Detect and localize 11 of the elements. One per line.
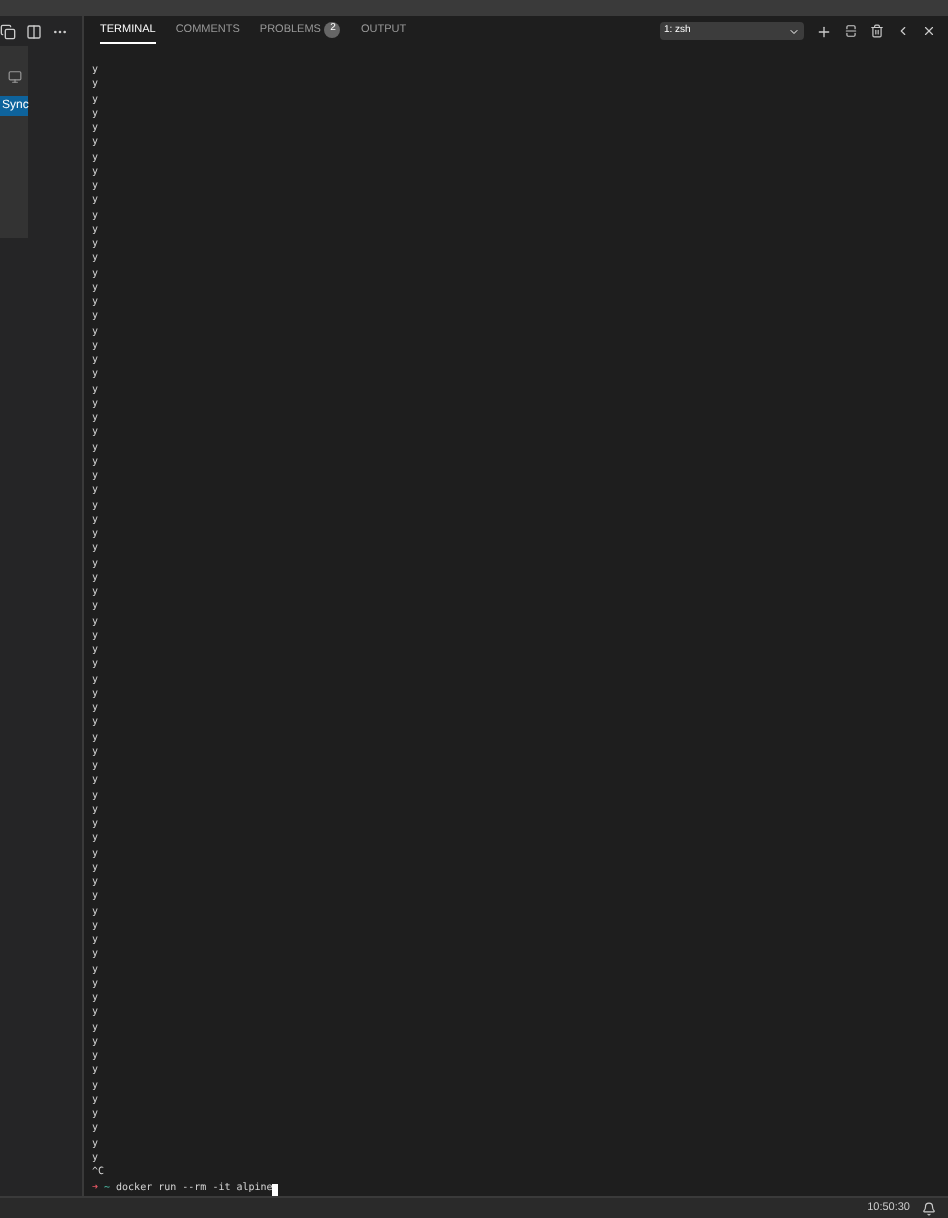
plus-icon[interactable]: [816, 23, 832, 39]
close-icon[interactable]: [922, 24, 936, 38]
bell-icon[interactable]: [922, 1201, 936, 1215]
split-icon[interactable]: [26, 23, 42, 39]
chevron-down-icon: [788, 25, 800, 37]
copy-icon[interactable]: [0, 23, 16, 39]
cursor: [272, 1183, 279, 1196]
chevron-left-icon[interactable]: [896, 24, 910, 38]
split-icon[interactable]: [844, 24, 858, 38]
trash-icon[interactable]: [870, 24, 884, 38]
monitor-icon[interactable]: [7, 70, 21, 84]
